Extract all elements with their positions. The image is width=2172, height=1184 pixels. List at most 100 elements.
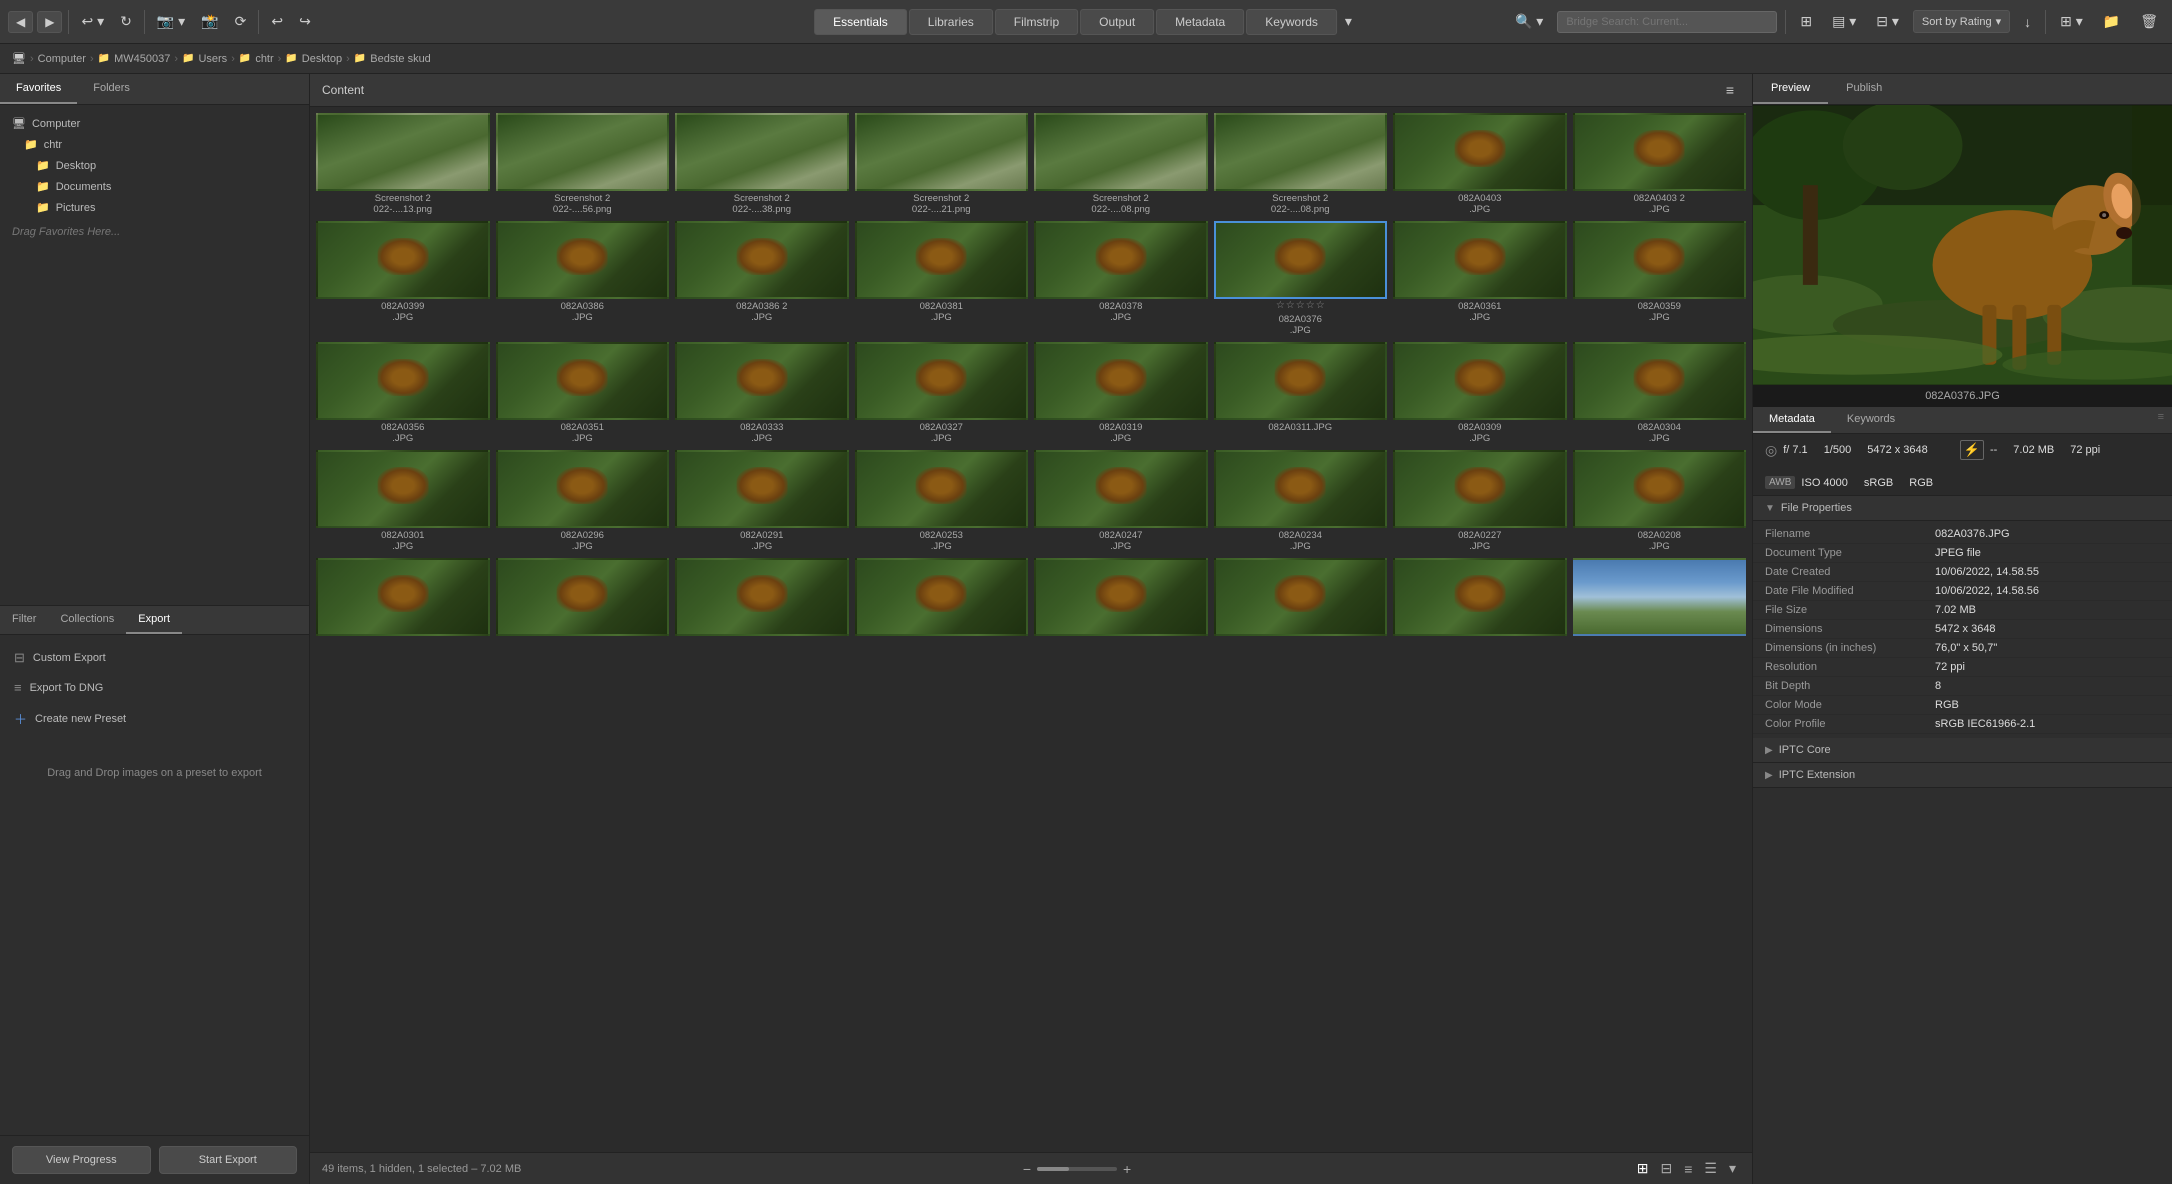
tab-essentials[interactable]: Essentials [814, 9, 907, 35]
tab-metadata-panel[interactable]: Metadata [1753, 407, 1831, 433]
list-item[interactable]: 082A0311.JPG [1214, 342, 1388, 444]
list-item[interactable]: 082A0304.JPG [1573, 342, 1747, 444]
view-more-button[interactable]: ▾ [1725, 1158, 1740, 1179]
list-item[interactable]: 082A0356.JPG [316, 342, 490, 444]
list-item[interactable]: 082A0333.JPG [675, 342, 849, 444]
view-options-button[interactable]: ⊞ ▾ [2054, 9, 2089, 34]
breadcrumb-home-icon[interactable]: 🖥 [12, 52, 26, 65]
search-toggle-button[interactable]: 🔍 ▾ [1509, 9, 1549, 34]
content-options-button[interactable]: ≡ [1720, 80, 1740, 100]
tab-filter[interactable]: Filter [0, 606, 48, 634]
view-progress-button[interactable]: View Progress [12, 1146, 151, 1174]
sort-dropdown[interactable]: Sort by Rating ▾ [1913, 10, 2010, 33]
list-item[interactable]: 082A0208.JPG [1573, 450, 1747, 552]
zoom-out-button[interactable]: − [1023, 1161, 1031, 1177]
nav-next-button[interactable]: ▶ [37, 11, 62, 33]
camera-button[interactable]: 📷 ▾ [151, 9, 191, 34]
tab-favorites[interactable]: Favorites [0, 74, 77, 104]
filter2-button[interactable]: ▤ ▾ [1826, 9, 1862, 34]
list-item[interactable]: 082A0378.JPG [1034, 221, 1208, 336]
iptc-core-header[interactable]: ▶ IPTC Core [1753, 738, 2172, 763]
list-item[interactable] [316, 558, 490, 649]
list-item[interactable]: Screenshot 2022-....08.png [1214, 113, 1388, 215]
list-item[interactable]: 082A0403 2.JPG [1573, 113, 1747, 215]
rotate-button[interactable]: ↻ [114, 9, 138, 34]
list-item[interactable] [1034, 558, 1208, 649]
breadcrumb-mw[interactable]: MW450037 [114, 53, 170, 65]
list-item[interactable]: 082A0351.JPG [496, 342, 670, 444]
export-dng-item[interactable]: ≡ Export To DNG [0, 673, 309, 702]
list-item[interactable]: 082A0359.JPG [1573, 221, 1747, 336]
list-item[interactable]: 082A0361.JPG [1393, 221, 1567, 336]
list-item[interactable]: 082A0247.JPG [1034, 450, 1208, 552]
list-item[interactable] [1393, 558, 1567, 649]
nav-prev-button[interactable]: ◀ [8, 11, 33, 33]
search-input[interactable] [1557, 11, 1777, 33]
breadcrumb-desktop[interactable]: Desktop [302, 53, 342, 65]
list-item-selected[interactable]: ☆ ☆ ☆ ☆ ☆ 082A0376.JPG [1214, 221, 1388, 336]
list-item[interactable]: 082A0381.JPG [855, 221, 1029, 336]
list-item[interactable]: Screenshot 2022-....21.png [855, 113, 1029, 215]
list-item[interactable] [675, 558, 849, 649]
file-properties-header[interactable]: ▼ File Properties [1753, 496, 2172, 521]
new-folder-button[interactable]: 📁 [2097, 9, 2126, 34]
list-view-button[interactable]: ≡ [1680, 1158, 1696, 1179]
tree-computer[interactable]: 🖥 Computer [0, 113, 309, 134]
list-item[interactable]: 082A0296.JPG [496, 450, 670, 552]
list-item[interactable] [496, 558, 670, 649]
list-item[interactable]: Screenshot 2022-....13.png [316, 113, 490, 215]
list-item[interactable]: 082A0319.JPG [1034, 342, 1208, 444]
tab-libraries[interactable]: Libraries [909, 9, 993, 35]
list-item[interactable] [1214, 558, 1388, 649]
tab-keywords-panel[interactable]: Keywords [1831, 407, 1911, 433]
iptc-extension-header[interactable]: ▶ IPTC Extension [1753, 763, 2172, 788]
list-item[interactable] [855, 558, 1029, 649]
camera2-button[interactable]: 📸 [195, 9, 224, 34]
detail-view-button[interactable]: ☰ [1700, 1158, 1721, 1179]
list-item[interactable]: 082A0309.JPG [1393, 342, 1567, 444]
breadcrumb-users[interactable]: Users [198, 53, 227, 65]
list-item[interactable]: 082A0403.JPG [1393, 113, 1567, 215]
custom-export-item[interactable]: ⊟ Custom Export [0, 643, 309, 673]
tab-folders[interactable]: Folders [77, 74, 146, 104]
breadcrumb-chtr[interactable]: chtr [255, 53, 273, 65]
tree-desktop[interactable]: 📁 Desktop [0, 155, 309, 176]
tree-documents[interactable]: 📁 Documents [0, 176, 309, 197]
breadcrumb-bedste[interactable]: Bedste skud [370, 53, 431, 65]
tree-pictures[interactable]: 📁 Pictures [0, 197, 309, 218]
list-item[interactable]: 082A0386 2.JPG [675, 221, 849, 336]
tab-export[interactable]: Export [126, 606, 182, 634]
sort-direction-button[interactable]: ↓ [2018, 10, 2037, 34]
tab-preview[interactable]: Preview [1753, 74, 1828, 104]
redo-button[interactable]: ↪ [293, 9, 317, 34]
more-tabs-button[interactable]: ▾ [1339, 9, 1358, 35]
breadcrumb-computer[interactable]: Computer [38, 53, 86, 65]
list-item[interactable]: 082A0399.JPG [316, 221, 490, 336]
list-item[interactable]: 082A0234.JPG [1214, 450, 1388, 552]
tab-output[interactable]: Output [1080, 9, 1154, 35]
create-preset-item[interactable]: ＋ Create new Preset [0, 702, 309, 735]
list-item[interactable]: 082A0301.JPG [316, 450, 490, 552]
list-item[interactable]: Screenshot 2022-....08.png [1034, 113, 1208, 215]
content-grid-wrapper[interactable]: Screenshot 2022-....13.png Screenshot 20… [310, 107, 1752, 1152]
filter-button[interactable]: ⊞ [1794, 9, 1818, 34]
delete-button[interactable]: 🗑 [2134, 9, 2164, 34]
tab-publish[interactable]: Publish [1828, 74, 1900, 104]
list-item[interactable]: 082A0327.JPG [855, 342, 1029, 444]
tab-metadata[interactable]: Metadata [1156, 9, 1244, 35]
tab-filmstrip[interactable]: Filmstrip [995, 9, 1078, 35]
list-item[interactable]: 082A0227.JPG [1393, 450, 1567, 552]
refresh-button[interactable]: ⟳ [229, 9, 253, 34]
tab-keywords[interactable]: Keywords [1246, 9, 1337, 35]
zoom-in-button[interactable]: + [1123, 1161, 1131, 1177]
list-item[interactable]: Screenshot 2022-....56.png [496, 113, 670, 215]
list-item[interactable]: 082A0253.JPG [855, 450, 1029, 552]
history-button[interactable]: ↩ ▾ [75, 9, 110, 34]
tree-chtr[interactable]: 📁 chtr [0, 134, 309, 155]
grid2-view-button[interactable]: ⊟ [1656, 1158, 1676, 1179]
tab-collections[interactable]: Collections [48, 606, 126, 634]
start-export-button[interactable]: Start Export [159, 1146, 298, 1174]
zoom-slider[interactable] [1037, 1167, 1117, 1171]
undo-button[interactable]: ↩ [265, 9, 289, 34]
list-item[interactable] [1573, 558, 1747, 649]
